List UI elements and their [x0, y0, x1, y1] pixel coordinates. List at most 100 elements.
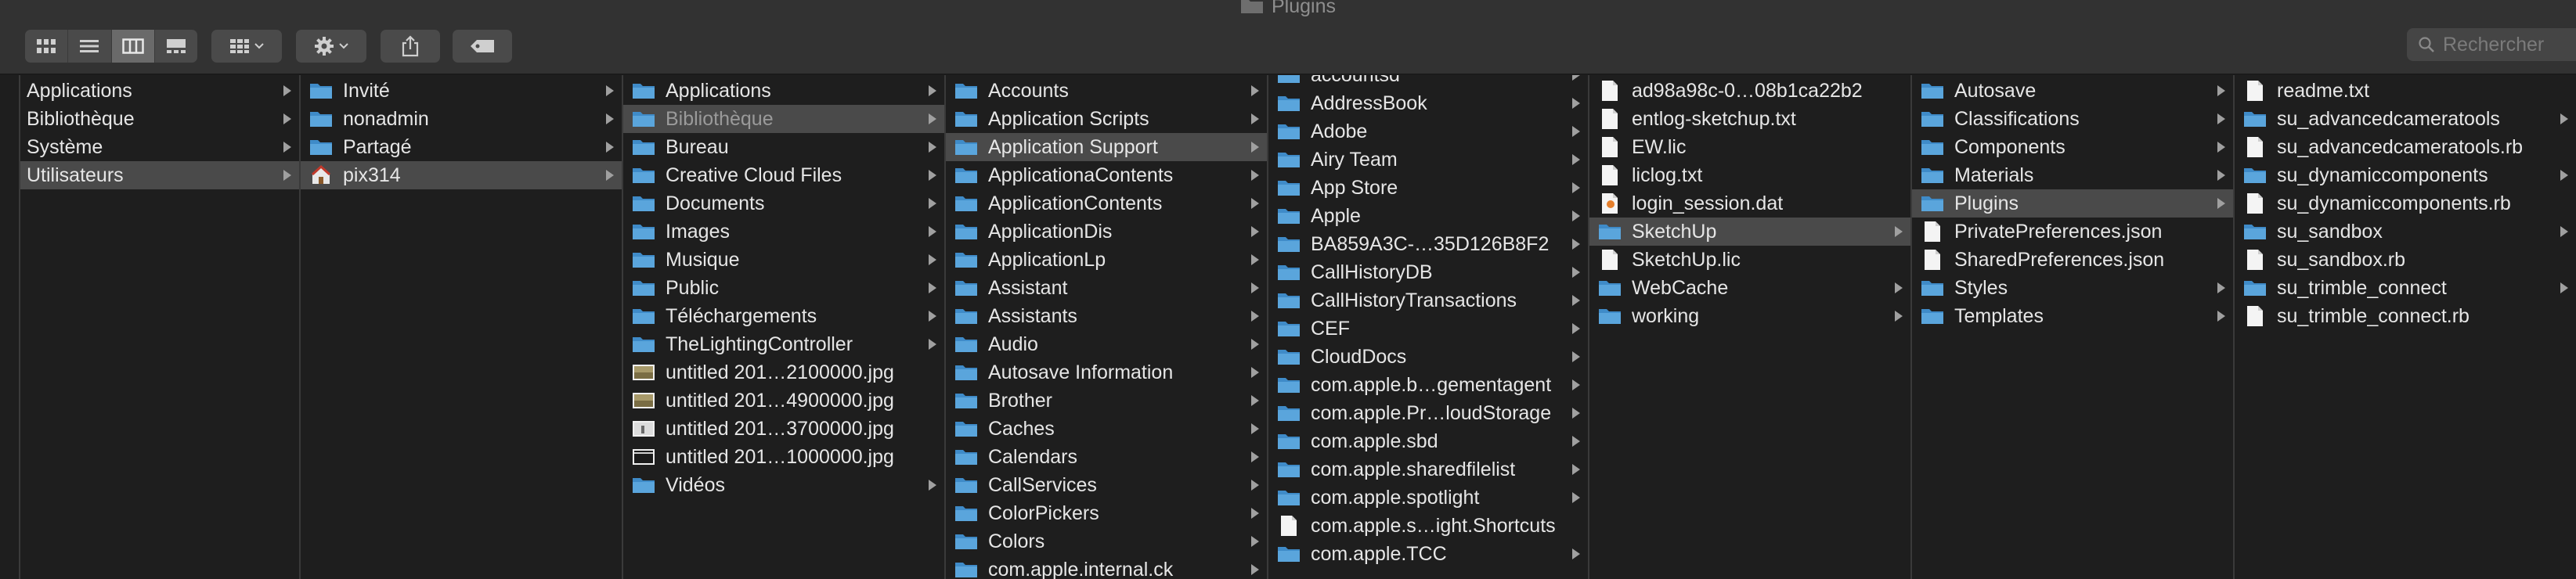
list-item[interactable]: Brother [946, 387, 1267, 415]
list-item[interactable]: Autosave [1912, 77, 2233, 105]
list-item[interactable]: Adobe [1268, 117, 1588, 146]
list-item[interactable]: CallHistoryDB [1268, 258, 1588, 286]
list-item[interactable]: entlog-sketchup.txt [1589, 105, 1910, 133]
list-item[interactable]: Accounts [946, 77, 1267, 105]
list-item[interactable]: untitled 201…2100000.jpg [623, 358, 944, 387]
list-item[interactable]: Airy Team [1268, 146, 1588, 174]
list-item[interactable]: ad98a98c-0…08b1ca22b2 [1589, 77, 1910, 105]
list-item[interactable]: CallHistoryTransactions [1268, 286, 1588, 315]
list-item[interactable]: Applications [20, 77, 299, 105]
list-item[interactable]: Images [623, 218, 944, 246]
list-item[interactable]: Documents [623, 189, 944, 218]
selected-list-item[interactable]: pix314 [301, 161, 622, 189]
list-item[interactable]: Caches [946, 415, 1267, 443]
list-item[interactable]: Styles [1912, 274, 2233, 302]
list-item[interactable]: su_advancedcameratools [2235, 105, 2576, 133]
list-item[interactable]: Téléchargements [623, 302, 944, 330]
icons-view-button[interactable] [25, 30, 69, 63]
list-item[interactable]: AddressBook [1268, 89, 1588, 117]
list-item[interactable]: PrivatePreferences.json [1912, 218, 2233, 246]
list-item[interactable]: su_trimble_connect.rb [2235, 302, 2576, 330]
list-item[interactable]: CallServices [946, 471, 1267, 499]
list-item[interactable]: nonadmin [301, 105, 622, 133]
list-item[interactable]: com.apple.sharedfilelist [1268, 455, 1588, 484]
list-item[interactable]: com.apple.TCC [1268, 540, 1588, 568]
list-item[interactable]: EW.lic [1589, 133, 1910, 161]
group-by-control[interactable] [211, 30, 282, 63]
list-item[interactable]: Bureau [623, 133, 944, 161]
list-item[interactable]: untitled 201…3700000.jpg [623, 415, 944, 443]
list-item[interactable]: Applications [623, 77, 944, 105]
list-item[interactable]: accountsd [1268, 75, 1588, 89]
tags-button[interactable] [453, 30, 512, 63]
list-item[interactable]: su_trimble_connect [2235, 274, 2576, 302]
share-button[interactable] [381, 30, 440, 63]
list-item[interactable]: liclog.txt [1589, 161, 1910, 189]
list-item[interactable]: App Store [1268, 174, 1588, 202]
list-item[interactable]: com.apple.Pr…loudStorage [1268, 399, 1588, 427]
list-item[interactable]: CloudDocs [1268, 343, 1588, 371]
list-item[interactable]: su_advancedcameratools.rb [2235, 133, 2576, 161]
list-item[interactable]: su_sandbox.rb [2235, 246, 2576, 274]
list-item[interactable]: su_dynamiccomponents [2235, 161, 2576, 189]
list-item[interactable]: Partagé [301, 133, 622, 161]
list-item[interactable]: ColorPickers [946, 499, 1267, 527]
list-item[interactable]: Materials [1912, 161, 2233, 189]
list-item[interactable]: Musique [623, 246, 944, 274]
list-item[interactable]: ApplicationContents [946, 189, 1267, 218]
columns-view-button[interactable] [111, 30, 155, 63]
list-item[interactable]: SharedPreferences.json [1912, 246, 2233, 274]
selected-list-item[interactable]: Bibliothèque [623, 105, 944, 133]
selected-list-item[interactable]: Utilisateurs [20, 161, 299, 189]
list-item[interactable]: com.apple.b…gementagent [1268, 371, 1588, 399]
list-item[interactable]: Invité [301, 77, 622, 105]
list-item[interactable]: TheLightingController [623, 330, 944, 358]
action-menu-button[interactable] [296, 30, 366, 63]
action-menu-control[interactable] [296, 30, 366, 63]
list-item[interactable]: Application Scripts [946, 105, 1267, 133]
list-item[interactable]: Assistants [946, 302, 1267, 330]
list-item[interactable]: com.apple.s…ight.Shortcuts [1268, 512, 1588, 540]
list-item[interactable]: working [1589, 302, 1910, 330]
search-field[interactable] [2407, 28, 2576, 61]
selected-list-item[interactable]: SketchUp [1589, 218, 1910, 246]
list-item[interactable]: Creative Cloud Files [623, 161, 944, 189]
list-item[interactable]: ApplicationaContents [946, 161, 1267, 189]
list-item[interactable]: su_sandbox [2235, 218, 2576, 246]
share-control[interactable] [381, 30, 440, 63]
selected-list-item[interactable]: Application Support [946, 133, 1267, 161]
list-item[interactable]: su_dynamiccomponents.rb [2235, 189, 2576, 218]
list-item[interactable]: Vidéos [623, 471, 944, 499]
list-item[interactable]: com.apple.spotlight [1268, 484, 1588, 512]
list-item[interactable]: SketchUp.lic [1589, 246, 1910, 274]
search-input[interactable] [2443, 33, 2568, 56]
list-item[interactable]: ApplicationDis [946, 218, 1267, 246]
tags-control[interactable] [453, 30, 512, 63]
list-item[interactable]: com.apple.sbd [1268, 427, 1588, 455]
list-item[interactable]: Autosave Information [946, 358, 1267, 387]
list-item[interactable]: Audio [946, 330, 1267, 358]
list-item[interactable]: untitled 201…1000000.jpg [623, 443, 944, 471]
gallery-view-button[interactable] [155, 30, 197, 63]
list-item[interactable]: com.apple.internal.ck [946, 556, 1267, 579]
list-item[interactable]: ApplicationLp [946, 246, 1267, 274]
list-item[interactable]: Public [623, 274, 944, 302]
list-item[interactable]: Assistant [946, 274, 1267, 302]
list-item[interactable]: BA859A3C-…35D126B8F2 [1268, 230, 1588, 258]
list-item[interactable]: readme.txt [2235, 77, 2576, 105]
list-item[interactable]: Classifications [1912, 105, 2233, 133]
list-item[interactable]: Components [1912, 133, 2233, 161]
list-item[interactable]: Colors [946, 527, 1267, 556]
list-item[interactable]: CEF [1268, 315, 1588, 343]
list-item[interactable]: Bibliothèque [20, 105, 299, 133]
list-item[interactable]: Apple [1268, 202, 1588, 230]
list-item[interactable]: Système [20, 133, 299, 161]
list-item[interactable]: WebCache [1589, 274, 1910, 302]
list-view-button[interactable] [68, 30, 112, 63]
selected-list-item[interactable]: Plugins [1912, 189, 2233, 218]
group-by-button[interactable] [211, 30, 282, 63]
list-item[interactable]: untitled 201…4900000.jpg [623, 387, 944, 415]
list-item[interactable]: Calendars [946, 443, 1267, 471]
list-item[interactable]: login_session.dat [1589, 189, 1910, 218]
list-item[interactable]: Templates [1912, 302, 2233, 330]
